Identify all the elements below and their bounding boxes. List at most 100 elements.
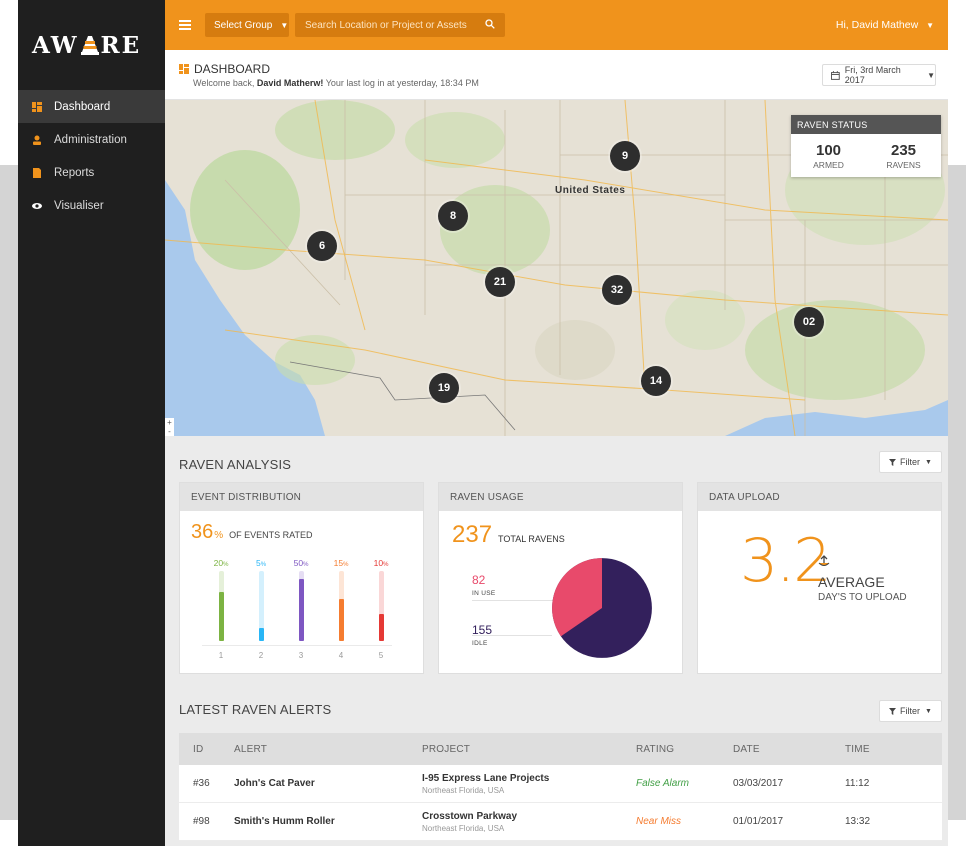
map-cluster-marker[interactable]: 02 [794, 307, 824, 337]
event-distribution-card: EVENT DISTRIBUTION 36 % OF EVENTS RATED … [179, 482, 424, 674]
armed-stat: 100 ARMED [791, 134, 866, 177]
raven-status-title: RAVEN STATUS [791, 115, 941, 134]
sidebar-item-dashboard[interactable]: Dashboard [18, 90, 165, 123]
eye-icon [32, 202, 42, 209]
top-bar: Select Group ▼ Search Location or Projec… [165, 0, 948, 50]
alert-time: 11:12 [845, 778, 870, 789]
in-use-value: 82 [472, 573, 486, 587]
column-header-rating[interactable]: RATING [636, 744, 733, 755]
event-rated-summary: 36 % OF EVENTS RATED [191, 521, 313, 544]
upload-days-value: 3.2 [740, 526, 831, 596]
table-row[interactable]: #98 Smith's Humm Roller Crosstown Parkwa… [179, 803, 942, 841]
filter-label: Filter [900, 457, 921, 467]
map-cluster-marker[interactable]: 8 [438, 201, 468, 231]
alert-id: #98 [193, 816, 210, 827]
filter-icon [889, 458, 897, 466]
bar-track [218, 571, 224, 641]
column-header-time[interactable]: TIME [845, 744, 942, 755]
dashboard-icon [179, 64, 189, 74]
bar-percent-label: 15% [333, 558, 349, 568]
date-picker-button[interactable]: Fri, 3rd March 2017 ▼ [822, 64, 936, 86]
in-use-label: IN USE [472, 590, 496, 597]
bar-index-label: 3 [298, 651, 304, 660]
event-rated-label: OF EVENTS RATED [229, 530, 313, 540]
data-upload-card: DATA UPLOAD 3.2 AVERAGE DAY'S TO UPLOAD [697, 482, 942, 674]
table-row[interactable]: #36 John's Cat Paver I-95 Express Lane P… [179, 765, 942, 803]
alert-date: 01/01/2017 [733, 816, 784, 827]
column-header-date[interactable]: DATE [733, 744, 845, 755]
bar-index-label: 1 [218, 651, 224, 660]
sidebar-item-label: Administration [54, 133, 127, 146]
select-group-dropdown[interactable]: Select Group ▼ [205, 13, 289, 37]
hamburger-menu-icon[interactable] [179, 20, 191, 30]
zoom-out-button[interactable]: - [168, 427, 171, 436]
project-name[interactable]: I-95 Express Lane Projects [422, 773, 636, 784]
welcome-suffix: Your last log in at yesterday, 18:34 PM [325, 78, 479, 88]
column-header-alert[interactable]: ALERT [234, 744, 422, 755]
card-title: EVENT DISTRIBUTION [180, 483, 423, 511]
page-header: DASHBOARD Welcome back, David Matherw! Y… [165, 50, 948, 100]
sidebar-item-visualiser[interactable]: Visualiser [18, 189, 165, 222]
bar-track [378, 571, 384, 641]
bar-index-label: 4 [338, 651, 344, 660]
bar-percent-label: 5% [255, 558, 267, 568]
bar-percent-label: 10% [373, 558, 389, 568]
map-cluster-marker[interactable]: 9 [610, 141, 640, 171]
caret-down-icon: ▼ [925, 458, 932, 466]
sidebar-item-reports[interactable]: Reports [18, 156, 165, 189]
project-name[interactable]: Crosstown Parkway [422, 811, 636, 822]
armed-value: 100 [815, 141, 842, 159]
map-cluster-marker[interactable]: 19 [429, 373, 459, 403]
caret-down-icon: ▼ [925, 707, 932, 715]
user-icon [33, 135, 41, 145]
card-title: DATA UPLOAD [698, 483, 941, 511]
sidebar-item-label: Reports [54, 166, 95, 179]
column-header-id[interactable]: ID [179, 744, 234, 755]
event-rated-value: 36 [191, 521, 214, 543]
logo-text: AW RE [32, 32, 141, 59]
map-cluster-marker[interactable]: 32 [602, 275, 632, 305]
ravens-stat: 235 RAVENS [866, 134, 941, 177]
alert-project: Crosstown Parkway Northeast Florida, USA [422, 811, 636, 833]
user-menu[interactable]: Hi, David Mathew ▼ [836, 19, 934, 31]
logo-text-left: AW [32, 31, 79, 59]
bar-index-label: 2 [258, 651, 264, 660]
latest-alerts-title: LATEST RAVEN ALERTS [179, 702, 332, 717]
map-cluster-marker[interactable]: 6 [307, 231, 337, 261]
bar-fill [298, 579, 304, 641]
ravens-value: 235 [890, 141, 917, 159]
logo-text-right: RE [100, 31, 142, 59]
app-window: AW RE Dashboard Administration Reports V… [18, 0, 948, 846]
alerts-filter-button[interactable]: Filter ▼ [879, 700, 942, 722]
search-input[interactable]: Search Location or Project or Assets [295, 13, 505, 37]
column-header-project[interactable]: PROJECT [422, 744, 636, 755]
bar-fill [218, 592, 224, 641]
bar-fill [258, 628, 264, 641]
upload-label-main: AVERAGE [818, 574, 885, 590]
card-title: RAVEN USAGE [439, 483, 682, 511]
logo[interactable]: AW RE [18, 0, 165, 90]
date-label: Fri, 3rd March 2017 [844, 65, 901, 85]
welcome-message: Welcome back, David Matherw! Your last l… [193, 78, 479, 88]
map-cluster-marker[interactable]: 21 [485, 267, 515, 297]
bar-baseline [202, 645, 392, 646]
bar-index-label: 5 [378, 651, 384, 660]
map-view[interactable]: United States 9 8 6 21 32 02 19 14 + - R… [165, 100, 948, 436]
event-rated-unit: % [214, 530, 224, 541]
alerts-table: ID ALERT PROJECT RATING DATE TIME #36 Jo… [179, 733, 942, 841]
zoom-in-button[interactable]: + [167, 418, 172, 427]
bar-percent-label: 20% [213, 558, 229, 568]
bar-fill [378, 614, 384, 641]
document-icon [33, 167, 41, 178]
map-zoom-control[interactable]: + - [165, 418, 174, 436]
in-use-connector [472, 600, 557, 601]
map-cluster-marker[interactable]: 14 [641, 366, 671, 396]
bar-percent-label: 50% [293, 558, 309, 568]
ravens-label: RAVENS [886, 159, 921, 170]
map-country-label: United States [555, 185, 626, 196]
total-ravens-summary: 237 TOTAL RAVENS [452, 521, 565, 549]
bar-fill [338, 599, 344, 641]
sidebar-item-administration[interactable]: Administration [18, 123, 165, 156]
analysis-filter-button[interactable]: Filter ▼ [879, 451, 942, 473]
search-icon[interactable] [485, 19, 495, 29]
